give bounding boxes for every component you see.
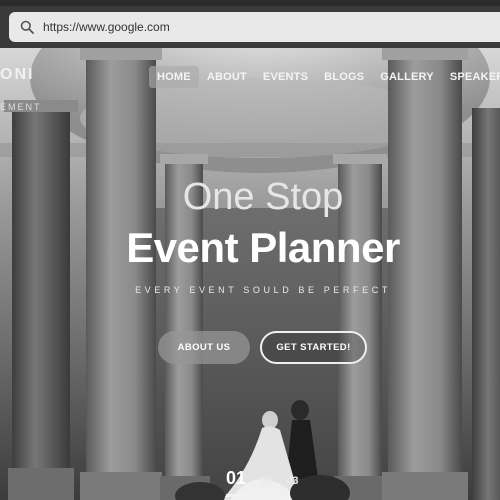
get-started-button[interactable]: GET STARTED! [260, 331, 367, 364]
browser-top-strip [0, 0, 500, 6]
logo-main-text: ONI [0, 66, 35, 83]
browser-chrome: https://www.google.com [0, 0, 500, 48]
nav-item-speaker[interactable]: SPEAKER [442, 66, 500, 88]
logo-sub-text: EMENT [0, 102, 42, 112]
active-slide-bar [226, 494, 248, 497]
hero-tagline: EVERY EVENT SOULD BE PERFECT [135, 285, 391, 295]
hero-headline-line2: Event Planner [126, 224, 400, 271]
slide-indicators: 01 02 03 [226, 468, 313, 489]
hero-section: ONI EMENT HOME ABOUT EVENTS BLOGS GALLER… [0, 48, 500, 500]
hero-headline-line1: One Stop [182, 176, 344, 218]
search-icon [16, 16, 38, 38]
address-bar[interactable]: https://www.google.com [9, 12, 500, 42]
nav-item-about[interactable]: ABOUT [199, 66, 255, 88]
url-text[interactable]: https://www.google.com [43, 20, 170, 34]
slide-indicator-01[interactable]: 01 [226, 468, 246, 489]
main-nav: HOME ABOUT EVENTS BLOGS GALLERY SPEAKER … [149, 66, 500, 88]
slide-indicator-03[interactable]: 03 [286, 475, 298, 487]
hero-background-image [0, 48, 500, 500]
nav-item-blogs[interactable]: BLOGS [316, 66, 372, 88]
slide-indicator-02[interactable]: 02 [260, 475, 272, 487]
nav-item-events[interactable]: EVENTS [255, 66, 316, 88]
nav-item-home[interactable]: HOME [149, 66, 199, 88]
about-us-button[interactable]: ABOUT US [158, 331, 250, 364]
nav-item-gallery[interactable]: GALLERY [372, 66, 442, 88]
